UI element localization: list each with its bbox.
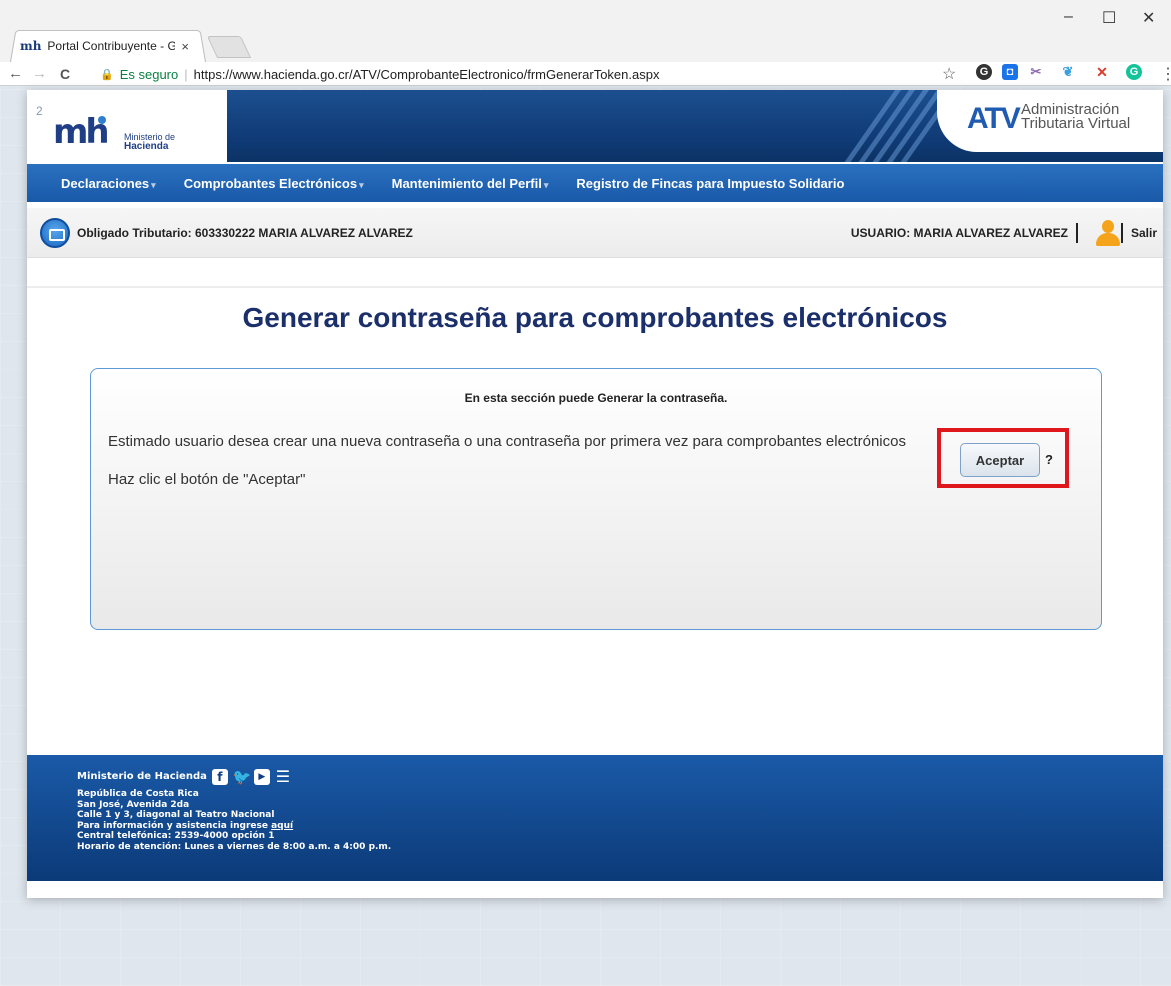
site-footer: Ministerio de Hacienda f 🐦 ▶ ☰ República… <box>27 755 1163 881</box>
footer-ministry-name: Ministerio de Hacienda <box>77 770 207 782</box>
mh-favicon-icon: mh <box>20 39 42 53</box>
address-bar[interactable]: 🔒 Es seguro | https://www.hacienda.go.cr… <box>94 62 962 86</box>
footer-info-prefix: Para información y asistencia ingrese <box>77 820 272 831</box>
help-question-icon[interactable]: ? <box>1045 452 1053 467</box>
panel-instruction: Estimado usuario desea crear una nueva c… <box>108 433 906 450</box>
extension-g-icon[interactable]: G <box>976 64 992 80</box>
extension-leaf-icon[interactable]: ❦ <box>1060 64 1076 80</box>
user-avatar-icon[interactable] <box>1095 218 1121 248</box>
youtube-icon[interactable]: ▶ <box>253 769 270 785</box>
tab-title: Portal Contribuyente - Gi <box>47 39 176 53</box>
footer-line-address: Calle 1 y 3, diagonal al Teatro Nacional <box>77 810 275 821</box>
browser-tab-content[interactable]: mh Portal Contribuyente - Gi × <box>20 34 210 58</box>
extension-square-icon[interactable]: ◘ <box>1002 64 1018 80</box>
obligado-tributario: Obligado Tributario: 603330222 MARIA ALV… <box>77 226 413 240</box>
extension-x-icon[interactable]: ✕ <box>1094 64 1110 80</box>
taxpayer-infobar: Obligado Tributario: 603330222 MARIA ALV… <box>27 208 1163 258</box>
maximize-icon[interactable]: ☐ <box>1102 8 1116 28</box>
footer-phone: Central telefónica: 2539-4000 opción 1 <box>77 831 275 842</box>
atv-title: Administración Tributaria Virtual <box>1021 102 1131 132</box>
chevron-down-icon: ▾ <box>151 179 156 190</box>
main-navbar: Declaraciones ▾ Comprobantes Electrónicos… <box>27 164 1163 202</box>
footer-hours: Horario de atención: Lunes a viernes de … <box>77 841 392 852</box>
site-header: 2 mh Ministerio de Hacienda ATV Administ… <box>27 90 1163 162</box>
panel-click-hint: Haz clic el botón de "Aceptar" <box>108 471 306 488</box>
logout-link[interactable]: Salir <box>1131 226 1157 240</box>
logo-dot-icon <box>98 116 106 124</box>
chevron-down-icon: ▾ <box>359 179 364 190</box>
footer-line-info: Para información y asistencia ingrese aq… <box>77 821 391 832</box>
tab-close-icon[interactable]: × <box>181 39 189 54</box>
nav-mantenimiento-perfil[interactable]: Mantenimiento del Perfil ▾ <box>392 176 549 191</box>
nav-comprobantes-label: Comprobantes Electrónicos <box>183 175 358 191</box>
footer-aqui-link[interactable]: aquí <box>271 821 293 831</box>
mail-icon[interactable] <box>40 218 70 248</box>
nav-registro-fincas[interactable]: Registro de Fincas para Impuesto Solidar… <box>576 176 844 191</box>
panel-heading: En esta sección puede Generar la contras… <box>464 391 728 405</box>
secure-label: Es seguro <box>119 66 179 82</box>
nav-declaraciones[interactable]: Declaraciones ▾ <box>61 176 156 191</box>
forward-arrow-icon[interactable]: → <box>32 62 47 86</box>
accept-button[interactable]: Aceptar <box>960 443 1040 477</box>
footer-info: Ministerio de Hacienda f 🐦 ▶ ☰ República… <box>77 769 391 853</box>
twitter-icon[interactable]: 🐦 <box>233 769 252 785</box>
page-title: Generar contraseña para comprobantes ele… <box>242 302 948 333</box>
content-divider <box>27 286 1163 288</box>
usuario-label: USUARIO: MARIA ALVAREZ ALVAREZ <box>850 226 1068 240</box>
nav-registro-label: Registro de Fincas para Impuesto Solidar… <box>576 175 845 191</box>
divider <box>1076 223 1078 243</box>
header-corner-number: 2 <box>36 104 43 118</box>
chevron-down-icon: ▾ <box>543 179 549 190</box>
logo-hacienda-text: Hacienda <box>124 141 169 152</box>
list-icon[interactable]: ☰ <box>275 769 291 785</box>
logo-subtitle: Ministerio de Hacienda <box>124 133 175 152</box>
generate-token-panel: En esta sección puede Generar la contras… <box>90 368 1102 630</box>
atv-line2: Tributaria Virtual <box>1021 115 1131 132</box>
bookmark-star-icon[interactable]: ☆ <box>942 64 956 84</box>
url-text: https://www.hacienda.go.cr/ATV/Comproban… <box>193 66 660 82</box>
back-arrow-icon[interactable]: ← <box>8 62 23 86</box>
footer-line-country: República de Costa Rica <box>77 789 199 799</box>
facebook-icon[interactable]: f <box>211 769 228 785</box>
page-viewport: 2 mh Ministerio de Hacienda ATV Administ… <box>27 90 1163 898</box>
nav-comprobantes-electronicos[interactable]: Comprobantes Electrónicos ▾ <box>184 176 364 191</box>
extension-grammarly-icon[interactable]: G <box>1126 64 1142 80</box>
atv-logo-area: ATV Administración Tributaria Virtual <box>937 90 1163 152</box>
minimize-icon[interactable]: – <box>1064 8 1073 26</box>
divider <box>1121 223 1123 243</box>
browser-menu-icon[interactable]: ⋮ <box>1160 64 1171 84</box>
nav-mantenimiento-label: Mantenimiento del Perfil <box>391 175 542 191</box>
atv-logo[interactable]: ATV <box>967 102 1021 136</box>
nav-declaraciones-label: Declaraciones <box>61 175 150 191</box>
lock-icon: 🔒 <box>100 68 114 81</box>
reload-icon[interactable]: C <box>60 62 70 86</box>
footer-line-city: San José, Avenida 2da <box>77 799 190 810</box>
extension-scissors-icon[interactable]: ✂ <box>1028 64 1044 80</box>
close-window-icon[interactable]: ✕ <box>1142 8 1155 28</box>
address-separator: | <box>184 66 188 82</box>
footer-ministry: Ministerio de Hacienda f 🐦 ▶ ☰ <box>77 769 291 785</box>
